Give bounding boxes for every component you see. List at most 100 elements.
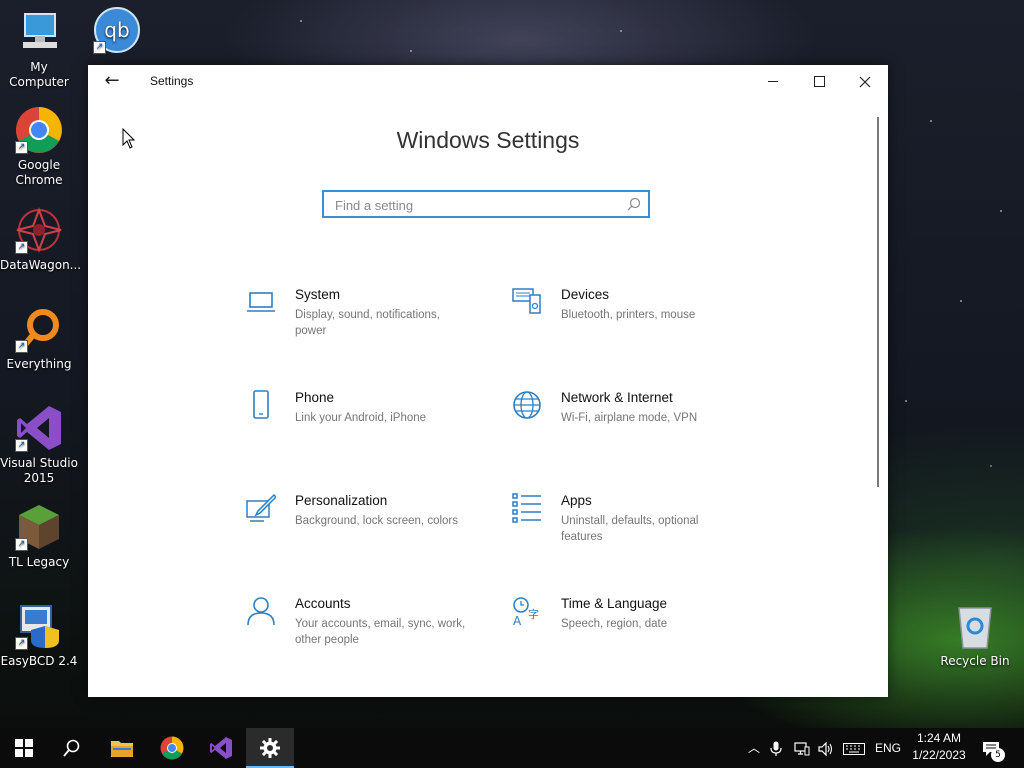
tile-apps[interactable]: Apps Uninstall, defaults, optional featu… — [512, 493, 752, 563]
scrollbar[interactable] — [877, 117, 879, 487]
desktop-icon-qbittorrent[interactable]: qb ↗ — [78, 6, 156, 58]
laptop-icon — [247, 292, 275, 312]
shortcut-arrow-icon: ↗ — [15, 340, 28, 353]
datawagon-icon: ↗ — [15, 206, 63, 254]
tile-name: Devices — [561, 287, 610, 302]
desktop-icon-visual-studio[interactable]: ↗ Visual Studio 2015 — [0, 404, 78, 486]
tile-description: Link your Android, iPhone — [295, 412, 427, 424]
back-arrow-icon: ← — [104, 70, 120, 91]
tray-volume[interactable] — [818, 728, 836, 768]
search-button[interactable] — [48, 728, 96, 768]
microphone-icon — [770, 741, 782, 756]
taskbar-file-explorer[interactable] — [98, 728, 146, 768]
minimize-icon — [768, 81, 778, 82]
windows-logo-icon — [15, 739, 33, 757]
start-button[interactable] — [0, 728, 48, 768]
notification-count-badge: 5 — [991, 748, 1005, 762]
clock-date: 1/22/2023 — [912, 748, 966, 762]
computer-icon — [15, 8, 63, 56]
tile-accounts[interactable]: Accounts Your accounts, email, sync, wor… — [246, 596, 486, 666]
shortcut-arrow-icon: ↗ — [15, 241, 28, 254]
tile-network-internet[interactable]: Network & Internet Wi-Fi, airplane mode,… — [512, 390, 752, 460]
svg-text:字: 字 — [528, 607, 539, 621]
desktop-icon-label: Everything — [6, 357, 72, 371]
window-title: Settings — [150, 74, 194, 88]
shortcut-arrow-icon: ↗ — [15, 538, 28, 551]
shortcut-arrow-icon: ↗ — [93, 41, 106, 54]
tile-description: Uninstall, defaults, optional features — [561, 515, 699, 543]
tile-name: Time & Language — [561, 596, 668, 611]
desktop-icon-label: DataWagon... — [0, 258, 82, 272]
chrome-icon: ↗ — [15, 106, 63, 154]
time-language-icon: A字 — [513, 597, 539, 626]
tile-description: Bluetooth, printers, mouse — [561, 309, 696, 321]
easybcd-icon: ↗ — [15, 602, 63, 650]
tile-description: Background, lock screen, colors — [295, 515, 458, 527]
title-bar[interactable]: ← Settings — [88, 65, 888, 97]
desktop-icon-everything[interactable]: ↗ Everything — [0, 305, 78, 372]
svg-text:qb: qb — [104, 18, 129, 42]
close-button[interactable] — [842, 65, 888, 97]
tile-name: Apps — [561, 493, 592, 508]
tray-clock[interactable]: 1:24 AM 1/22/2023 — [904, 730, 974, 764]
desktop-icon-label: Visual Studio 2015 — [0, 456, 78, 485]
search-icon — [63, 739, 80, 757]
recycle-bin-icon — [951, 602, 999, 650]
phone-icon — [253, 390, 269, 419]
tile-description: Display, sound, notifications, power — [295, 309, 440, 337]
taskbar-settings[interactable] — [246, 728, 294, 768]
mouse-cursor-icon — [122, 128, 136, 149]
close-icon — [859, 76, 871, 87]
everything-search-icon: ↗ — [15, 305, 63, 353]
desktop-icon-label: My Computer — [9, 60, 69, 89]
tray-touch-keyboard[interactable] — [843, 728, 867, 768]
visual-studio-icon — [210, 737, 232, 759]
tray-microphone[interactable] — [770, 728, 786, 768]
desktop-icon-recycle-bin[interactable]: Recycle Bin — [936, 602, 1014, 669]
desktop-icon-tl-legacy[interactable]: ↗ TL Legacy — [0, 503, 78, 570]
tile-name: System — [295, 287, 341, 302]
chrome-icon — [160, 736, 184, 760]
gear-icon — [260, 738, 280, 758]
minimize-button[interactable] — [750, 65, 796, 97]
folder-icon — [111, 741, 133, 757]
desktop-icon-easybcd[interactable]: ↗ EasyBCD 2.4 — [0, 602, 78, 669]
desktop-icon-my-computer[interactable]: My Computer — [0, 8, 78, 90]
desktop-icon-label: Google Chrome — [15, 158, 63, 187]
tile-name: Network & Internet — [561, 390, 673, 405]
apps-list-icon — [512, 493, 541, 523]
taskbar-chrome[interactable] — [148, 728, 196, 768]
back-button[interactable]: ← — [100, 71, 124, 91]
tile-time-language[interactable]: A字 Time & Language Speech, region, date — [512, 596, 752, 666]
maximize-icon — [813, 76, 825, 87]
taskbar: ︿ ENG 1:24 AM 1/22/2023 5 — [0, 728, 1024, 768]
settings-window: ← Settings Windows Settings System Displ… — [88, 65, 888, 697]
tray-language[interactable]: ENG — [875, 728, 901, 768]
tile-description: Your accounts, email, sync, work, other … — [295, 618, 466, 646]
tile-description: Wi-Fi, airplane mode, VPN — [561, 412, 698, 424]
page-heading: Windows Settings — [396, 127, 580, 153]
desktop-icon-label: EasyBCD 2.4 — [0, 654, 78, 668]
desktop-icon-label: TL Legacy — [8, 555, 70, 569]
speaker-icon — [818, 741, 833, 757]
tile-system[interactable]: System Display, sound, notifications, po… — [246, 287, 486, 357]
tile-personalization[interactable]: Personalization Background, lock screen,… — [246, 493, 486, 563]
tray-network[interactable] — [794, 728, 812, 768]
globe-icon — [513, 391, 541, 419]
paintbrush-icon — [246, 493, 276, 522]
tile-description: Speech, region, date — [561, 618, 668, 630]
tile-devices[interactable]: Devices Bluetooth, printers, mouse — [512, 287, 752, 357]
shortcut-arrow-icon: ↗ — [15, 141, 28, 154]
tray-overflow-button[interactable]: ︿ — [746, 728, 762, 768]
desktop-icon-datawagon[interactable]: ↗ DataWagon... — [0, 206, 82, 273]
maximize-button[interactable] — [796, 65, 842, 97]
search-input[interactable] — [333, 195, 617, 215]
devices-icon — [512, 288, 541, 314]
network-wired-icon — [794, 742, 810, 756]
desktop-icon-label: Recycle Bin — [940, 654, 1010, 668]
taskbar-visual-studio[interactable] — [197, 728, 245, 768]
tile-name: Accounts — [295, 596, 351, 611]
tile-phone[interactable]: Phone Link your Android, iPhone — [246, 390, 486, 460]
desktop-icon-google-chrome[interactable]: ↗ Google Chrome — [0, 106, 78, 188]
search-box[interactable] — [322, 190, 650, 218]
